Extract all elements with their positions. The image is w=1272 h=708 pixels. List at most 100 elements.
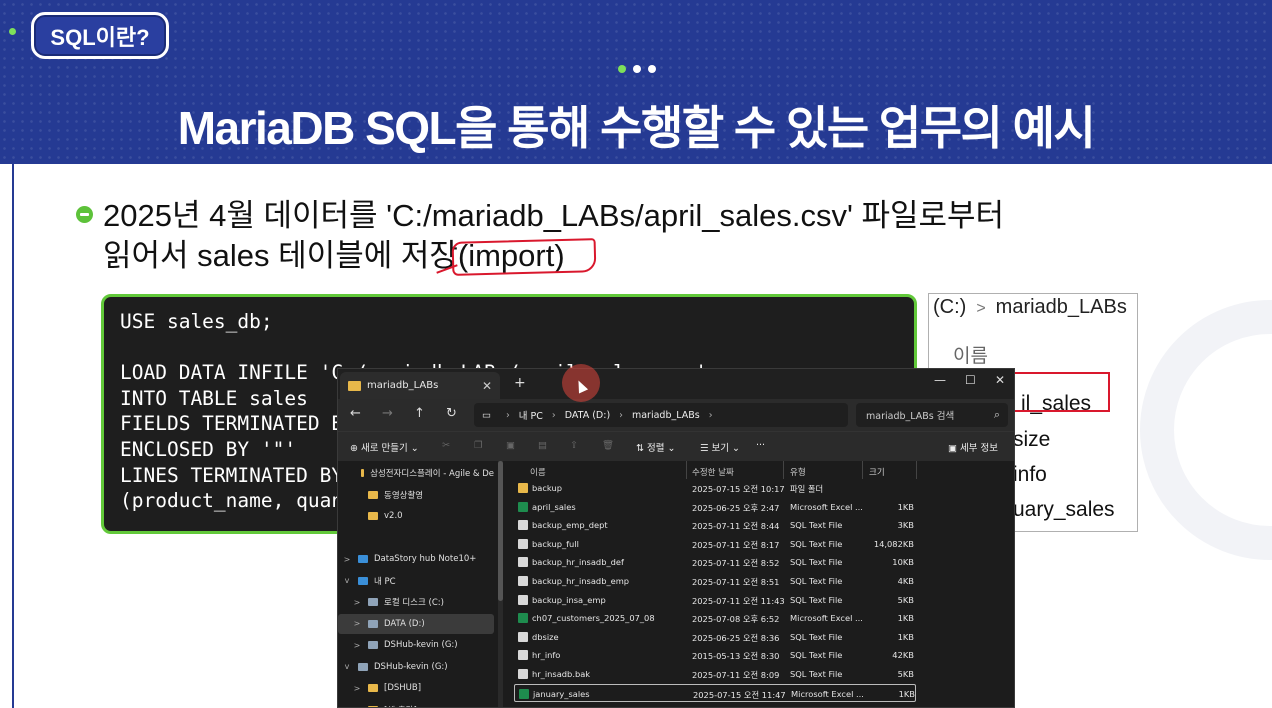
sidebar-item[interactable]: > [DSHUB] <box>338 678 494 698</box>
monitor-icon: ▭ <box>482 409 491 421</box>
breadcrumb-drive[interactable]: DATA (D:) <box>565 410 610 421</box>
file-row[interactable]: backup_insa_emp 2025-07-11 오전 11:43 SQL Te… <box>514 591 916 609</box>
sidebar-item-label: [책 출간] <box>384 704 417 708</box>
file-date: 2025-06-25 오전 8:36 <box>692 632 780 643</box>
file-date: 2025-07-11 오전 8:51 <box>692 577 780 587</box>
chevron-icon[interactable]: > <box>352 598 362 607</box>
sidebar-item[interactable]: > DataStory hub Note10+ <box>338 549 494 569</box>
sql-file-icon <box>518 631 528 642</box>
chevron-icon[interactable]: > <box>352 641 362 650</box>
file-explorer-window: mariadb_LABs ✕ + — ☐ ✕ ← → ↑ ↻ ▭ › 내 PC … <box>337 368 1015 708</box>
paste-icon[interactable]: ▣ <box>506 440 515 451</box>
file-row[interactable]: backup_hr_insadb_def 2025-07-11 오전 8:52 SQ… <box>514 553 916 571</box>
file-row[interactable]: backup_hr_insadb_emp 2025-07-11 오전 8:51 SQ… <box>514 572 916 590</box>
annotation-line <box>1010 372 1110 374</box>
drive-icon <box>358 662 368 671</box>
column-size[interactable]: 크기 <box>869 466 885 478</box>
sidebar-item[interactable]: > DATA (D:) <box>338 613 494 634</box>
breadcrumb-pc[interactable]: 내 PC <box>519 408 543 422</box>
file-size: 1KB <box>897 631 914 642</box>
details-button[interactable]: ▣ 세부 정보 <box>948 440 998 454</box>
file-name: january_sales <box>533 688 590 699</box>
sql-file-icon <box>518 576 528 586</box>
file-date: 2025-07-11 오전 8:52 <box>692 558 780 569</box>
sidebar-item[interactable]: v DSHub-kevin (G:) <box>338 657 494 677</box>
sidebar-item[interactable]: 동영상촬영 <box>338 485 494 505</box>
column-type[interactable]: 유형 <box>790 466 806 478</box>
more-options-button[interactable]: ··· <box>756 440 765 451</box>
file-row[interactable]: ch07_customers_2025_07_08 2025-07-08 오후 6… <box>514 609 916 627</box>
file-row[interactable]: hr_insadb.bak 2025-07-11 오전 8:09 SQL Text … <box>514 665 916 683</box>
close-tab-icon[interactable]: ✕ <box>482 379 492 393</box>
sidebar-item[interactable]: > DSHub-kevin (G:) <box>338 635 494 655</box>
minimize-button[interactable]: — <box>934 373 946 387</box>
sort-button[interactable]: ⇅ 정렬 ⌄ <box>636 440 675 454</box>
share-icon[interactable]: ⇪ <box>570 440 578 451</box>
file-row[interactable]: january_sales 2025-07-15 오전 11:47 Microsof… <box>514 683 916 702</box>
up-arrow-icon[interactable]: ↑ <box>414 406 425 421</box>
slide-title: MariaDB SQL을 통해 수행할 수 있는 업무의 예시 <box>177 102 1096 154</box>
maximize-button[interactable]: ☐ <box>965 373 976 387</box>
sidebar-item-label: DataStory hub Note10+ <box>374 554 477 564</box>
chevron-icon[interactable]: > <box>352 619 362 628</box>
sidebar-item[interactable]: v 내 PC <box>338 571 494 591</box>
file-type: SQL Text File <box>790 538 843 549</box>
file-row[interactable]: april_sales 2025-06-25 오후 2:47 Microsoft E… <box>514 498 916 516</box>
tab-mariadb-labs[interactable]: mariadb_LABs ✕ <box>340 372 500 399</box>
sidebar-item[interactable]: v2.0 <box>338 506 494 526</box>
new-tab-button[interactable]: + <box>514 375 526 391</box>
delete-icon[interactable]: 🗑 <box>602 440 614 451</box>
sidebar-item-label: 로컬 디스크 (C:) <box>384 598 444 608</box>
sidebar-item[interactable]: 삼성전자디스플레이 - Agile & De <box>338 463 494 483</box>
file-row[interactable]: backup_emp_dept 2025-07-11 오전 8:44 SQL Tex… <box>514 516 916 534</box>
pc-icon <box>358 576 368 585</box>
file-name: dbsize <box>532 631 559 642</box>
sidebar-item-label: 삼성전자디스플레이 - Agile & De <box>370 469 494 479</box>
copy-icon[interactable]: ❐ <box>474 440 483 451</box>
sidebar-item[interactable] <box>338 528 494 548</box>
file-name: backup_hr_insadb_emp <box>532 576 630 586</box>
sql-file-icon <box>518 557 528 568</box>
sidebar-item-label: [DSHUB] <box>384 683 422 693</box>
annotation-line <box>1010 410 1110 412</box>
sidebar-item[interactable]: >[책 출간] <box>338 700 494 708</box>
file-row[interactable]: backup 2025-07-15 오전 10:17 파일 폴더 <box>514 479 916 497</box>
background-decoration <box>1140 300 1272 560</box>
file-size: 1KB <box>898 688 915 699</box>
import-annotation-oval <box>451 238 597 276</box>
breadcrumb-folder[interactable]: mariadb_LABs <box>632 410 700 421</box>
cut-icon[interactable]: ✂ <box>442 440 450 451</box>
column-date[interactable]: 수정한 날짜 <box>692 466 734 478</box>
chevron-icon[interactable]: > <box>342 555 352 564</box>
file-row[interactable]: backup_full 2025-07-11 오전 8:17 SQL Text Fi… <box>514 535 916 553</box>
rename-icon[interactable]: ▤ <box>538 440 547 451</box>
sidebar-item-label: 내 PC <box>374 576 396 587</box>
search-input[interactable]: mariadb_LABs 검색 ⌕ <box>856 403 1008 427</box>
sidebar-item[interactable]: > 로컬 디스크 (C:) <box>338 592 494 612</box>
file-name: backup_emp_dept <box>532 520 608 531</box>
file-size: 10KB <box>892 557 914 568</box>
chevron-icon[interactable]: > <box>352 684 362 693</box>
file-type: SQL Text File <box>790 576 843 586</box>
forward-arrow-icon[interactable]: → <box>382 406 393 421</box>
address-bar[interactable]: ▭ › 내 PC › DATA (D:) › mariadb_LABs › <box>474 403 848 427</box>
sql-file-icon <box>518 520 528 531</box>
chevron-icon[interactable]: v <box>342 576 352 585</box>
refresh-icon[interactable]: ↻ <box>446 406 457 421</box>
section-badge: SQL이란? <box>31 12 169 59</box>
file-row[interactable]: dbsize 2025-06-25 오전 8:36 SQL Text File 1KB <box>514 628 916 646</box>
file-list: 이름 수정한 날짜 유형 크기 backup 2025-07-15 오전 10:1… <box>506 461 1014 707</box>
close-window-button[interactable]: ✕ <box>995 373 1005 387</box>
file-date: 2025-07-11 오전 8:17 <box>692 539 780 550</box>
excel-file-icon <box>519 688 529 699</box>
view-button[interactable]: ☰ 보기 ⌄ <box>700 440 740 454</box>
chevron-icon[interactable]: v <box>342 662 352 671</box>
column-name[interactable]: 이름 <box>530 466 546 478</box>
file-name: hr_insadb.bak <box>532 669 591 679</box>
new-button[interactable]: ⊕ 새로 만들기 ⌄ <box>350 440 419 454</box>
file-size: 5KB <box>897 594 914 605</box>
back-arrow-icon[interactable]: ← <box>350 406 361 421</box>
file-size: 4KB <box>897 576 914 586</box>
sidebar-scrollbar[interactable] <box>498 461 503 601</box>
file-row[interactable]: hr_info 2015-05-13 오전 8:30 SQL Text File 42… <box>514 646 916 664</box>
